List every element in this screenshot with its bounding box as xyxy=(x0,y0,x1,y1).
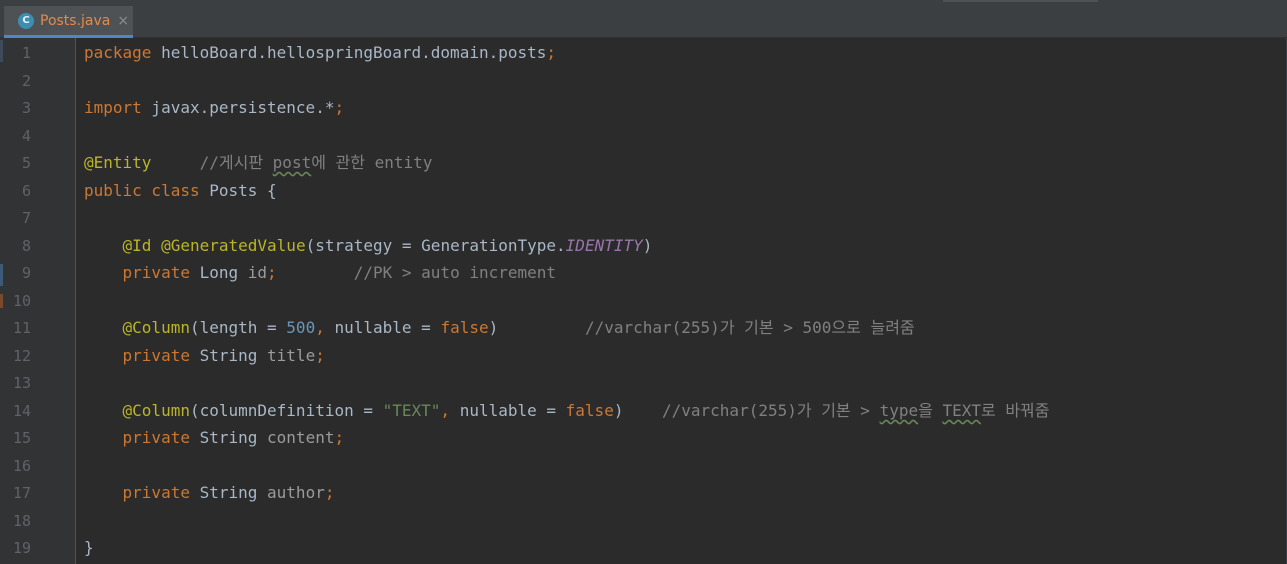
close-icon[interactable]: × xyxy=(117,13,129,29)
code-line-12: private String title; xyxy=(122,346,325,365)
code-line-3: import javax.persistence.*; xyxy=(84,98,345,117)
line-number: 3 xyxy=(21,99,31,117)
line-number: 8 xyxy=(21,237,31,255)
line-number: 5 xyxy=(21,154,31,172)
java-class-icon: C xyxy=(18,12,34,29)
line-number: 16 xyxy=(12,457,31,475)
code-line-17: private String author; xyxy=(122,483,335,502)
line-number: 15 xyxy=(12,429,31,447)
line-number: 10 xyxy=(12,292,31,310)
code-line-19: } xyxy=(84,538,94,557)
line-number: 9 xyxy=(21,264,31,282)
typo-underline: post xyxy=(272,153,312,172)
line-number: 4 xyxy=(21,127,31,145)
editor-tab-bar: C Posts.java × xyxy=(0,0,1287,38)
code-line-14: @Column(columnDefinition = "TEXT", nulla… xyxy=(122,401,1050,420)
line-number: 18 xyxy=(12,512,31,530)
line-number: 14 xyxy=(12,402,31,420)
line-number: 6 xyxy=(21,182,31,200)
line-number: 1 xyxy=(21,44,31,62)
line-number: 7 xyxy=(21,209,31,227)
code-line-8: @Id @GeneratedValue(strategy = Generatio… xyxy=(122,236,653,255)
tab-bar-scroll-indicator xyxy=(943,0,1098,2)
typo-underline: TEXT xyxy=(942,401,981,420)
line-number: 2 xyxy=(21,72,31,90)
line-number-gutter[interactable]: 1 2 3 4 5 6 7 8 9 10 11 12 13 14 15 16 1… xyxy=(3,38,75,564)
tab-label: Posts.java xyxy=(40,12,111,29)
line-number: 12 xyxy=(12,347,31,365)
line-number: 13 xyxy=(12,374,31,392)
line-number: 17 xyxy=(12,484,31,502)
line-number: 11 xyxy=(12,319,31,337)
code-line-11: @Column(length = 500, nullable = false) … xyxy=(122,318,915,337)
code-line-6: public class Posts { xyxy=(84,181,277,200)
line-number: 19 xyxy=(12,539,31,557)
code-editor[interactable]: package helloBoard.hellospringBoard.doma… xyxy=(76,38,1287,564)
code-line-15: private String content; xyxy=(122,428,345,447)
code-line-9: private Long id; //PK > auto increment xyxy=(122,263,557,282)
tab-posts-java[interactable]: C Posts.java × xyxy=(4,6,133,38)
code-line-1: package helloBoard.hellospringBoard.doma… xyxy=(84,43,557,62)
typo-underline: type xyxy=(879,401,919,420)
code-line-5: @Entity //게시판 post에 관한 entity xyxy=(84,153,433,172)
